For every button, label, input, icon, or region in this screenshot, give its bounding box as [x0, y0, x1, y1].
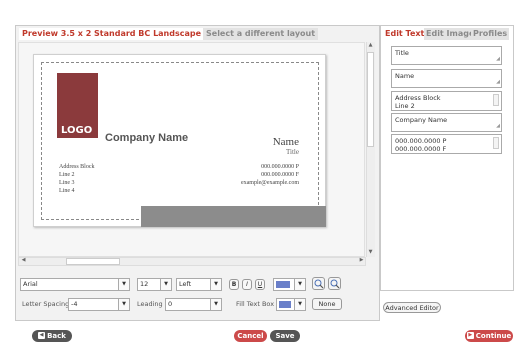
resize-handle-icon[interactable]: ◢	[496, 55, 500, 63]
bold-button[interactable]: B	[229, 279, 239, 290]
text-color-picker[interactable]: ▼	[273, 278, 306, 291]
name-field-value: Name	[395, 72, 415, 80]
chevron-down-icon: ▼	[118, 299, 129, 310]
chevron-down-icon: ▼	[160, 279, 171, 290]
logo-placeholder[interactable]: LOGO	[57, 73, 98, 138]
phone-field-line: 000.000.0000 P	[395, 137, 447, 145]
chevron-down-icon: ▼	[210, 299, 221, 310]
address-field-line: Line 2	[395, 102, 415, 110]
alignment-value: Left	[179, 280, 192, 288]
leading-value: 0	[168, 300, 173, 308]
card-phone[interactable]: 000.000.0000 P	[261, 164, 299, 170]
fill-none-button[interactable]: None	[312, 298, 342, 310]
phone-field[interactable]: 000.000.0000 P 000.000.0000 F	[391, 134, 502, 154]
resize-handle-icon[interactable]: ◢	[496, 122, 500, 130]
italic-button[interactable]: I	[242, 279, 252, 290]
letter-spacing-select[interactable]: -4 ▼	[68, 298, 130, 311]
resize-handle-icon[interactable]: ◢	[496, 78, 500, 86]
text-color-swatch	[276, 281, 290, 288]
title-field[interactable]: Title ◢	[391, 46, 502, 65]
card-title[interactable]: Title	[286, 148, 299, 156]
leading-select[interactable]: 0 ▼	[165, 298, 222, 311]
chevron-down-icon: ▼	[118, 279, 129, 290]
field-scrollbar[interactable]	[493, 94, 499, 106]
card-company-name[interactable]: Company Name	[105, 132, 188, 144]
card-fax[interactable]: 000.000.0000 F	[261, 172, 299, 178]
card-footer-bar	[141, 206, 326, 227]
cancel-button[interactable]: Cancel	[234, 330, 267, 342]
underline-button[interactable]: U	[255, 279, 265, 290]
logo-text: LOGO	[61, 125, 93, 136]
save-button[interactable]: Save	[270, 330, 300, 342]
tab-profiles[interactable]: Profiles	[471, 28, 510, 40]
font-size-select[interactable]: 12 ▼	[137, 278, 172, 291]
leading-label: Leading	[137, 300, 163, 308]
zoom-out-icon	[330, 279, 340, 289]
tab-select-layout[interactable]: Select a different layout	[203, 28, 319, 40]
chevron-down-icon: ▼	[210, 279, 221, 290]
continue-button[interactable]: ▶ Continue	[465, 330, 513, 342]
zoom-out-button[interactable]	[328, 277, 341, 290]
horizontal-scroll-thumb[interactable]	[66, 258, 120, 265]
arrow-left-icon: ◀	[38, 331, 46, 339]
title-field-value: Title	[395, 49, 409, 57]
phone-field-line: 000.000.0000 F	[395, 145, 447, 153]
fill-color-swatch	[279, 301, 291, 308]
scroll-up-arrow-icon[interactable]: ▲	[366, 42, 375, 50]
scroll-down-arrow-icon[interactable]: ▼	[366, 249, 375, 257]
advanced-editor-button[interactable]: Advanced Editor	[383, 302, 441, 313]
scroll-left-arrow-icon[interactable]: ◀	[19, 257, 28, 266]
continue-label: Continue	[475, 332, 512, 340]
field-scrollbar[interactable]	[493, 137, 499, 149]
font-size-value: 12	[140, 280, 149, 288]
back-button[interactable]: ◀ Back	[32, 330, 72, 342]
letter-spacing-value: -4	[71, 300, 78, 308]
font-select[interactable]: Arial ▼	[20, 278, 130, 291]
card-email[interactable]: example@example.com	[241, 180, 299, 186]
font-select-value: Arial	[23, 280, 38, 288]
fill-color-picker[interactable]: ▼	[276, 298, 306, 311]
tab-preview[interactable]: Preview 3.5 x 2 Standard BC Landscape Fr…	[19, 28, 231, 40]
vertical-scroll-thumb[interactable]	[367, 52, 374, 147]
card-address-line[interactable]: Line 3	[59, 180, 75, 186]
alignment-select[interactable]: Left ▼	[176, 278, 222, 291]
back-label: Back	[47, 332, 66, 340]
card-address-line[interactable]: Line 2	[59, 172, 75, 178]
chevron-down-icon: ▼	[294, 299, 305, 310]
address-field[interactable]: Address Block Line 2	[391, 91, 502, 111]
card-name[interactable]: Name	[273, 136, 299, 148]
card-address-line[interactable]: Address Block	[59, 164, 95, 170]
company-field[interactable]: Company Name ◢	[391, 113, 502, 132]
scroll-right-arrow-icon[interactable]: ▶	[357, 257, 366, 266]
arrow-right-icon: ▶	[466, 331, 474, 339]
company-field-value: Company Name	[395, 116, 448, 124]
card-address-line[interactable]: Line 4	[59, 188, 75, 194]
letter-spacing-label: Letter Spacing	[22, 300, 70, 308]
business-card-preview: LOGO Company Name Name Title Address Blo…	[33, 54, 326, 227]
fill-text-box-label: Fill Text Box	[236, 300, 275, 308]
name-field[interactable]: Name ◢	[391, 69, 502, 88]
tab-edit-text[interactable]: Edit Text	[383, 28, 427, 40]
zoom-in-icon	[314, 279, 324, 289]
zoom-in-button[interactable]	[312, 277, 325, 290]
chevron-down-icon: ▼	[294, 279, 305, 290]
address-field-line: Address Block	[395, 94, 441, 102]
